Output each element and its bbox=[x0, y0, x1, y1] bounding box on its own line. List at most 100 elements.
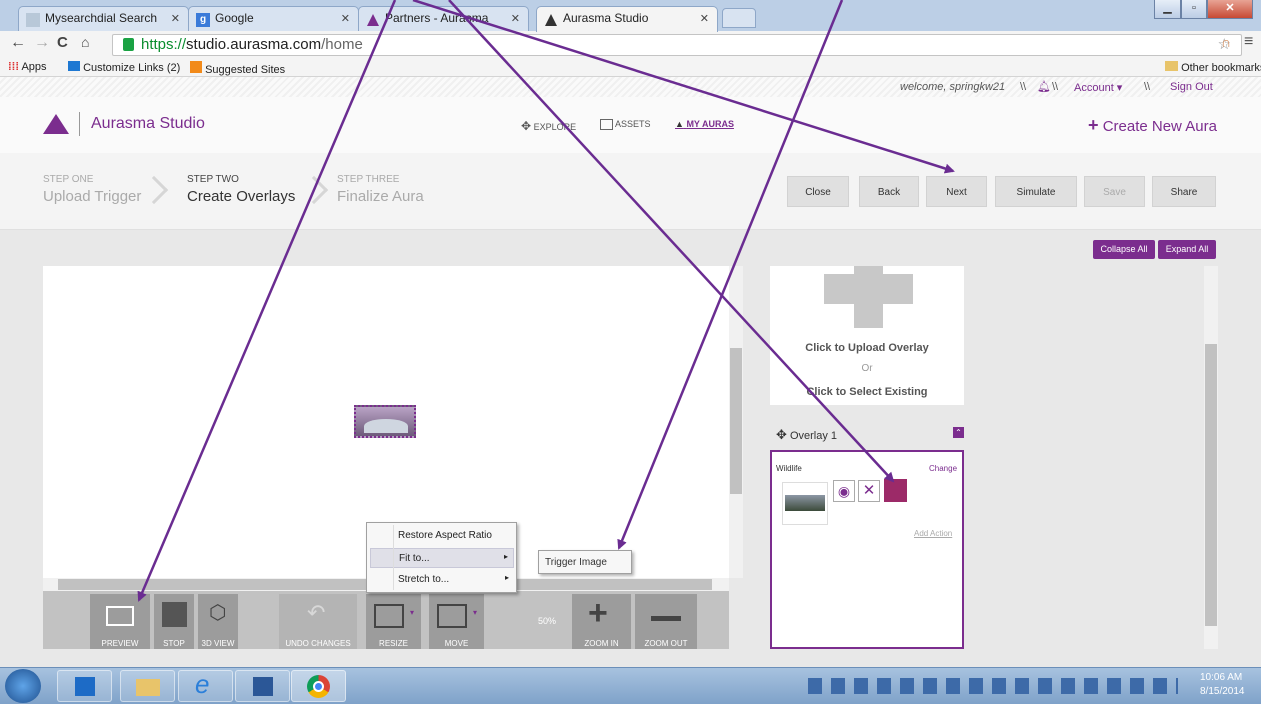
overlay-thumbnail[interactable] bbox=[354, 405, 416, 438]
expand-all-button[interactable]: Expand All bbox=[1158, 240, 1216, 259]
nav-my-auras[interactable]: ▲ MY AURAS bbox=[675, 119, 734, 129]
eye-icon[interactable]: ◉ bbox=[833, 480, 855, 502]
create-new-aura-button[interactable]: + Create New Aura bbox=[1088, 115, 1217, 136]
reload-icon[interactable]: C bbox=[57, 34, 68, 51]
folder-icon bbox=[136, 679, 160, 696]
step-two-label[interactable]: Create Overlays bbox=[187, 188, 295, 205]
simulate-button[interactable]: Simulate bbox=[995, 176, 1077, 207]
internet-explorer-icon: e bbox=[195, 669, 210, 699]
tab-google[interactable]: g Google ✕ bbox=[188, 6, 359, 31]
move-button[interactable]: ▾ MOVE bbox=[429, 594, 484, 649]
nav-explore[interactable]: ✥ EXPLORE bbox=[521, 119, 576, 133]
nav-assets[interactable]: ASSETS bbox=[600, 119, 651, 131]
overlay-1-header[interactable]: ✥ Overlay 1 bbox=[776, 427, 837, 443]
submenu-arrow-icon: ▸ bbox=[503, 552, 508, 561]
image-icon bbox=[600, 119, 613, 131]
windows-flag-icon bbox=[68, 61, 80, 71]
separator: \\ bbox=[1020, 81, 1027, 93]
back-arrow-icon[interactable]: ← bbox=[10, 34, 26, 52]
tab-close-icon[interactable]: ✕ bbox=[700, 12, 709, 25]
overlay-name: Wildlife bbox=[776, 464, 802, 473]
menu-icon[interactable]: ≡ bbox=[1244, 33, 1253, 51]
scroll-thumb[interactable] bbox=[1205, 344, 1217, 626]
extension-icon[interactable]: ∩ bbox=[1221, 34, 1231, 50]
delete-x-icon[interactable]: ✕ bbox=[858, 480, 880, 502]
google-favicon-icon: g bbox=[196, 13, 210, 27]
back-button[interactable]: Back bbox=[859, 176, 919, 207]
tab-close-icon[interactable]: ✕ bbox=[171, 12, 180, 25]
canvas-vertical-scrollbar[interactable] bbox=[729, 266, 743, 578]
change-link[interactable]: Change bbox=[929, 464, 957, 473]
overlay-thumbnail[interactable] bbox=[782, 482, 828, 525]
bookmark-suggested-sites[interactable]: Suggested Sites bbox=[190, 61, 285, 76]
chrome-taskbar-button[interactable] bbox=[291, 670, 346, 702]
search-favicon-icon bbox=[26, 13, 40, 27]
preview-button[interactable]: PREVIEW bbox=[90, 594, 150, 649]
panel-vertical-scrollbar[interactable] bbox=[1204, 266, 1218, 649]
clock-date[interactable]: 8/15/2014 bbox=[1200, 686, 1245, 697]
chevron-right-icon bbox=[139, 175, 169, 205]
share-button[interactable]: Share bbox=[1152, 176, 1216, 207]
tab-aurasma-studio[interactable]: Aurasma Studio ✕ bbox=[536, 6, 718, 32]
browser-tab-strip: Mysearchdial Search ✕ g Google ✕ Partner… bbox=[0, 0, 1261, 32]
upload-overlay-link[interactable]: Click to Upload Overlay bbox=[770, 342, 964, 354]
other-bookmarks[interactable]: Other bookmarks bbox=[1165, 61, 1261, 74]
bookmark-apps[interactable]: ⁞⁞⁞ Apps bbox=[8, 61, 47, 73]
bookmarks-bar: ⁞⁞⁞ Apps Customize Links (2) Suggested S… bbox=[0, 58, 1261, 77]
brand-name[interactable]: Aurasma Studio bbox=[91, 115, 205, 133]
select-existing-link[interactable]: Click to Select Existing bbox=[770, 386, 964, 398]
url-input[interactable]: https://studio.aurasma.com/home ☆ bbox=[112, 34, 1242, 56]
close-button[interactable]: Close bbox=[787, 176, 849, 207]
menu-item-restore-aspect-ratio[interactable]: Restore Aspect Ratio bbox=[370, 526, 514, 546]
tab-close-icon[interactable]: ✕ bbox=[511, 12, 520, 25]
menu-item-trigger-image[interactable]: Trigger Image bbox=[545, 557, 607, 568]
3d-view-button[interactable]: ⬡ 3D VIEW bbox=[198, 594, 238, 649]
new-tab-button[interactable] bbox=[722, 8, 756, 28]
upload-overlay-box[interactable]: Click to Upload Overlay Or Click to Sele… bbox=[770, 266, 964, 405]
tab-mysearchdial[interactable]: Mysearchdial Search ✕ bbox=[18, 6, 189, 31]
clock-time[interactable]: 10:06 AM bbox=[1200, 672, 1242, 683]
start-button[interactable] bbox=[5, 669, 41, 703]
step-one-label[interactable]: Upload Trigger bbox=[43, 188, 141, 205]
menu-item-fit-to[interactable]: Fit to... ▸ bbox=[370, 548, 514, 568]
forward-arrow-icon[interactable]: → bbox=[34, 34, 50, 52]
scroll-thumb[interactable] bbox=[730, 348, 742, 494]
plus-icon: + bbox=[1088, 115, 1099, 135]
add-action-link[interactable]: Add Action bbox=[914, 529, 952, 538]
maximize-button[interactable]: ▫ bbox=[1181, 0, 1207, 19]
sign-out-link[interactable]: Sign Out bbox=[1170, 81, 1213, 93]
tab-partners-aurasma[interactable]: Partners - Aurasma ✕ bbox=[358, 6, 529, 31]
collapse-all-button[interactable]: Collapse All bbox=[1093, 240, 1155, 259]
ie-taskbar-button[interactable]: e bbox=[178, 669, 233, 702]
next-button[interactable]: Next bbox=[926, 176, 987, 207]
collapse-overlay-icon[interactable]: ⌃ bbox=[953, 427, 964, 438]
stop-button[interactable]: STOP bbox=[154, 594, 194, 649]
bell-icon[interactable]: 🔔︎ bbox=[1037, 80, 1051, 93]
minimize-button[interactable]: ▁ bbox=[1154, 0, 1181, 19]
resize-button[interactable]: ▾ RESIZE bbox=[366, 594, 421, 649]
window-close-button[interactable]: ✕ bbox=[1207, 0, 1253, 19]
save-button[interactable]: Save bbox=[1084, 176, 1145, 207]
system-tray-icons[interactable] bbox=[808, 678, 1178, 694]
zoom-in-button[interactable]: + ZOOM IN bbox=[572, 594, 631, 649]
tab-close-icon[interactable]: ✕ bbox=[341, 12, 350, 25]
editor-toolbar: PREVIEW STOP ⬡ 3D VIEW ↶ UNDO CHANGES ▾ … bbox=[43, 591, 729, 649]
word-taskbar-button[interactable] bbox=[235, 670, 290, 702]
color-swatch-button[interactable] bbox=[884, 479, 907, 502]
submenu-arrow-icon: ▸ bbox=[504, 573, 509, 582]
url-path: /home bbox=[321, 36, 363, 53]
undo-changes-button[interactable]: ↶ UNDO CHANGES bbox=[279, 594, 357, 649]
step-three-label[interactable]: Finalize Aura bbox=[337, 188, 424, 205]
bookmark-customize-links[interactable]: Customize Links (2) bbox=[68, 61, 180, 74]
zoom-out-button[interactable]: ZOOM OUT bbox=[635, 594, 697, 649]
explorer-taskbar-button[interactable] bbox=[120, 670, 175, 702]
outlook-taskbar-button[interactable] bbox=[57, 670, 112, 702]
menu-item-stretch-to[interactable]: Stretch to... ▸ bbox=[370, 570, 514, 590]
separator: \\ bbox=[1052, 81, 1059, 93]
dropdown-arrow-icon: ▾ bbox=[473, 608, 478, 617]
lock-icon bbox=[123, 38, 134, 51]
context-menu: Restore Aspect Ratio Fit to... ▸ Stretch … bbox=[366, 522, 517, 593]
fit-to-submenu: Trigger Image bbox=[538, 550, 632, 574]
account-menu[interactable]: Account ▾ bbox=[1074, 81, 1122, 94]
home-icon[interactable]: ⌂ bbox=[81, 34, 89, 50]
